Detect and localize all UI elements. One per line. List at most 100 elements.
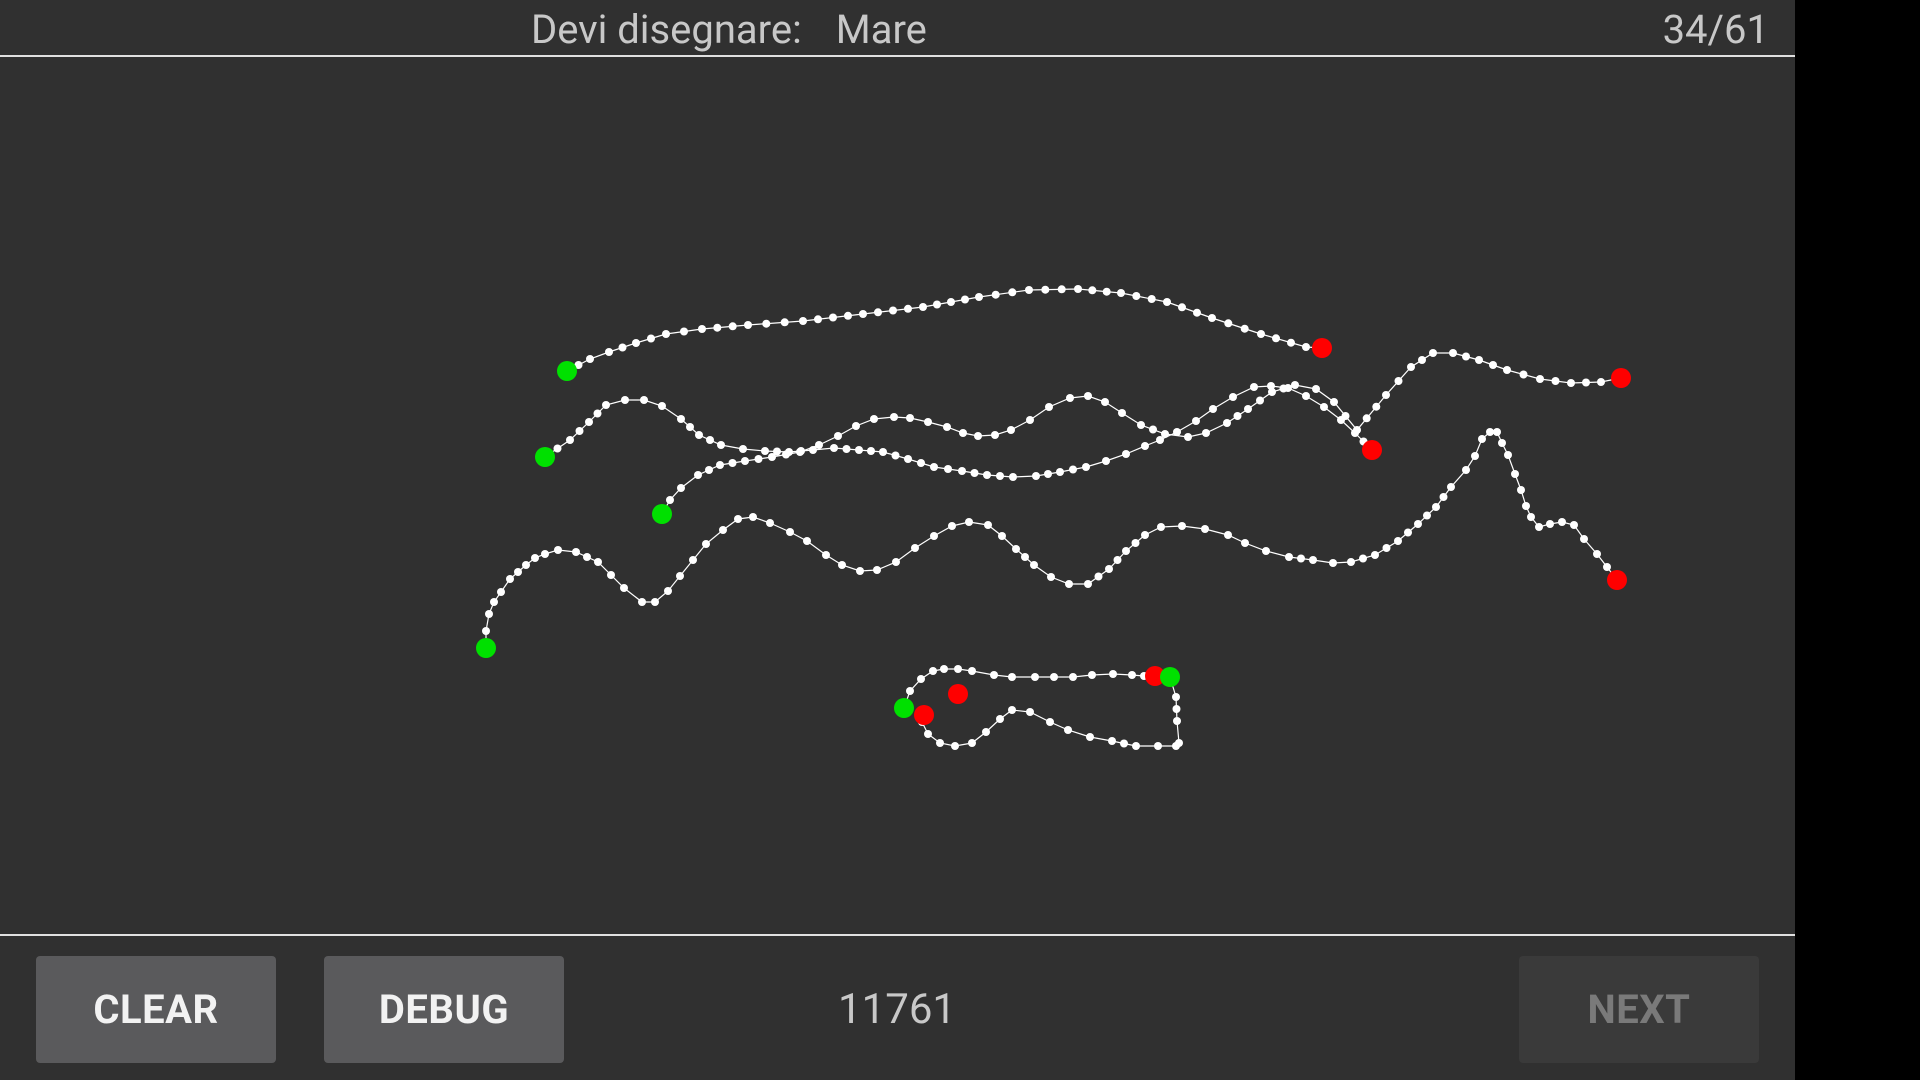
stroke-point bbox=[1009, 473, 1017, 481]
stroke-point bbox=[855, 446, 863, 454]
stroke-point bbox=[1128, 671, 1136, 679]
stroke-line bbox=[566, 288, 1323, 372]
stroke-point bbox=[796, 448, 804, 456]
stroke-point bbox=[1504, 451, 1512, 459]
next-button-disabled[interactable]: NEXT bbox=[1519, 956, 1759, 1063]
stroke-point bbox=[1414, 520, 1422, 528]
stroke-point bbox=[947, 298, 955, 306]
stroke-point bbox=[1088, 286, 1097, 295]
stroke-point bbox=[1341, 412, 1350, 420]
stroke-point bbox=[917, 459, 925, 467]
stroke-point bbox=[1066, 394, 1074, 402]
stroke-point bbox=[1372, 402, 1381, 411]
debug-button[interactable]: DEBUG bbox=[324, 956, 564, 1063]
stroke-start-point bbox=[476, 638, 496, 658]
stroke-point bbox=[1224, 531, 1232, 539]
stroke-point bbox=[1486, 428, 1494, 436]
stroke-point bbox=[968, 667, 976, 675]
stroke-point bbox=[822, 551, 830, 559]
stroke-point bbox=[959, 429, 967, 437]
stroke-point bbox=[666, 496, 674, 504]
stroke-point bbox=[490, 598, 498, 606]
stroke-point bbox=[1423, 511, 1431, 520]
stroke-point bbox=[719, 526, 727, 534]
stroke-point bbox=[1132, 292, 1141, 300]
stroke-point bbox=[1122, 547, 1130, 555]
stroke-point bbox=[917, 675, 925, 683]
stroke-point bbox=[1178, 522, 1186, 530]
stroke-point bbox=[1285, 553, 1293, 561]
stroke-point bbox=[1173, 717, 1181, 725]
stroke-point bbox=[834, 432, 842, 440]
drawing-app: Devi disegnare: Mare 34/61 CLEAR DEBUG 11… bbox=[0, 0, 1795, 1080]
stroke-point bbox=[583, 553, 591, 561]
stroke-point bbox=[1593, 550, 1601, 558]
stroke-point bbox=[1045, 403, 1053, 411]
stroke-point bbox=[799, 317, 807, 325]
stroke-point bbox=[1551, 377, 1560, 385]
stroke-point bbox=[1522, 502, 1530, 510]
stroke-point bbox=[728, 459, 737, 467]
footer-bar: CLEAR DEBUG 11761 NEXT bbox=[0, 934, 1795, 1080]
clear-button[interactable]: CLEAR bbox=[36, 956, 276, 1063]
stroke-point bbox=[1462, 352, 1470, 361]
stroke-point bbox=[1192, 417, 1200, 425]
stroke-point bbox=[1439, 493, 1448, 501]
stroke-point bbox=[1172, 742, 1180, 750]
drawing-canvas[interactable] bbox=[0, 57, 1795, 934]
stroke-point bbox=[991, 290, 1000, 299]
stroke-point bbox=[1044, 470, 1052, 478]
stroke-point bbox=[1047, 573, 1055, 581]
stroke-point bbox=[1069, 673, 1077, 681]
stroke-point bbox=[676, 572, 684, 580]
stroke-point bbox=[1113, 556, 1122, 564]
stroke-point bbox=[497, 588, 505, 596]
stroke-point bbox=[1141, 531, 1149, 539]
stroke-point bbox=[1517, 486, 1525, 494]
stroke-point bbox=[892, 558, 900, 566]
stroke-point bbox=[482, 627, 490, 635]
stroke-point bbox=[522, 561, 530, 569]
stroke-point bbox=[762, 319, 771, 328]
stroke-point bbox=[1536, 375, 1544, 383]
stroke-point bbox=[632, 339, 640, 347]
stroke-point bbox=[1432, 503, 1440, 511]
stroke-point bbox=[1498, 439, 1506, 447]
stroke-point bbox=[514, 568, 522, 576]
stroke-point bbox=[879, 448, 887, 456]
stroke-point bbox=[1012, 545, 1020, 553]
stroke-point bbox=[749, 513, 757, 521]
stroke-point bbox=[904, 455, 912, 463]
stroke-point bbox=[585, 418, 593, 426]
stroke-end-point bbox=[1312, 338, 1332, 358]
stroke-point bbox=[605, 348, 613, 356]
stroke-start-point bbox=[894, 698, 914, 718]
stroke-point bbox=[647, 334, 655, 343]
score-value: 11761 bbox=[838, 985, 957, 1034]
stroke-point bbox=[1094, 572, 1103, 581]
stroke-point bbox=[1137, 421, 1145, 429]
stroke-point bbox=[867, 447, 875, 455]
stroke-point bbox=[705, 466, 713, 474]
stroke-point bbox=[870, 415, 878, 423]
stroke-point bbox=[1291, 381, 1299, 389]
stroke-point bbox=[948, 522, 956, 530]
stroke-point bbox=[1193, 308, 1201, 317]
stroke-end-point bbox=[948, 684, 968, 704]
stroke-point bbox=[1582, 378, 1590, 387]
stroke-point bbox=[906, 687, 914, 695]
stroke-point bbox=[1244, 405, 1252, 413]
stroke-point bbox=[717, 441, 725, 449]
stroke-point bbox=[1447, 483, 1455, 491]
stroke-point bbox=[1069, 465, 1077, 474]
stroke-point bbox=[1256, 396, 1264, 405]
stroke-point bbox=[1056, 468, 1064, 476]
stroke-point bbox=[1257, 330, 1265, 338]
stroke-point bbox=[1287, 338, 1295, 347]
stroke-point bbox=[891, 451, 900, 460]
stroke-point bbox=[830, 444, 838, 452]
stroke-point bbox=[838, 561, 846, 569]
stroke-point bbox=[662, 330, 670, 338]
stroke-point bbox=[1297, 554, 1305, 563]
stroke-point bbox=[1178, 303, 1186, 312]
